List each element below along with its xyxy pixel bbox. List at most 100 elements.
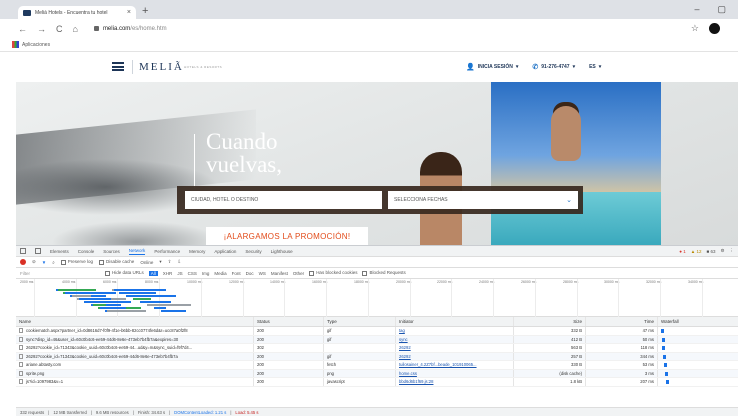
request-name[interactable]: 26292?cookie_id=71343&cookie_uuid=60c0b4… [16,352,254,360]
tab-performance[interactable]: Performance [154,249,180,254]
col-name[interactable]: Name [16,317,254,326]
throttle-select[interactable]: Online [140,260,153,265]
minimize-icon[interactable]: – [694,4,699,15]
reload-icon[interactable]: C [56,24,63,34]
filter-input[interactable]: Filter [20,271,100,276]
warning-count[interactable]: ▲ 12 [691,249,702,254]
request-name[interactable]: ariane.abtasty.com [16,361,254,369]
request-name[interactable]: sync?disp_id=46&user_id=60c0b4c6-ee59-44… [16,335,254,343]
filter-type-all[interactable]: All [148,270,158,276]
tab-console[interactable]: Console [78,249,95,254]
error-count[interactable]: ● 1 [679,249,685,254]
settings-gear-icon[interactable]: ⚙ [720,248,724,254]
filter-type-other[interactable]: Other [293,271,304,276]
filter-type-font[interactable]: Font [232,271,241,276]
request-initiator[interactable]: bbd6d6b1f69.js:28 [396,378,514,386]
brand-logo[interactable]: MELIÃ [139,61,184,73]
table-row[interactable]: cookiematch.aspx?partner_id=0d8616d7-f0f… [16,327,738,336]
tab-network[interactable]: Network [128,248,146,255]
login-button[interactable]: 👤 INICIA SESIÓN ▾ [466,63,518,71]
tab-close-icon[interactable]: × [127,9,131,16]
table-row[interactable]: 26292?cookie_id=71343&cookie_uuid=60c0b4… [16,344,738,353]
promo-button[interactable]: ¡ALARGAMOS LA PROMOCIÓN! [206,227,368,245]
col-time[interactable]: Time [586,317,658,326]
request-type: gif [324,327,396,335]
filter-type-ws[interactable]: WS [259,271,266,276]
filter-type-media[interactable]: Media [214,271,226,276]
table-row[interactable]: ariane.abtasty.com 200 fetch tuilosainer_4.… [16,361,738,370]
col-type[interactable]: Type [324,317,396,326]
disable-cache-checkbox[interactable]: Disable cache [99,259,134,265]
lock-icon[interactable] [93,26,99,31]
filter-type-css[interactable]: CSS [188,271,197,276]
browser-tab[interactable]: Meliá Hotels - Encuentra tu hotel × [18,6,136,19]
tab-application[interactable]: Application [214,249,236,254]
timeline-request-bar [93,304,106,306]
table-row[interactable]: sync?disp_id=46&user_id=60c0b4c6-ee59-44… [16,335,738,344]
filter-type-manifest[interactable]: Manifest [271,271,288,276]
tab-security[interactable]: Security [245,249,261,254]
tab-memory[interactable]: Memory [189,249,205,254]
bookmark-apps[interactable]: Aplicaciones [22,42,50,48]
tab-sources[interactable]: Sources [103,249,120,254]
inspect-icon[interactable] [20,248,26,254]
new-tab-button[interactable]: + [142,6,148,17]
timeline-request-bar [58,289,96,291]
dates-select[interactable]: SELECCIONA FECHAS ⌄ [388,191,578,209]
blocked-requests-checkbox[interactable]: Blocked Requests [362,270,406,276]
request-initiator[interactable]: home.css [396,369,514,377]
profile-avatar[interactable] [709,23,720,34]
clear-icon[interactable]: ⊘ [32,259,36,265]
request-name[interactable]: sprite.png [16,369,254,377]
table-row[interactable]: js?id=1097983&v=1 200 javascript bbd6d6b1f6… [16,378,738,387]
home-icon[interactable]: ⌂ [73,24,78,34]
tab-lighthouse[interactable]: Lighthouse [271,249,293,254]
col-waterfall[interactable]: Waterfall [658,317,738,326]
filter-type-js[interactable]: JS [177,271,182,276]
forward-icon[interactable]: → [37,24,46,34]
request-initiator[interactable]: tag [396,327,514,335]
request-name-text: 26292?cookie_id=71343&cookie_uuid=60c0b4… [26,353,178,359]
table-row[interactable]: sprite.png 200 png home.css (disk cache) 3 ms [16,369,738,378]
apps-grid-icon[interactable] [12,41,19,48]
more-options-icon[interactable]: ⋮ [730,248,735,254]
throttle-caret-icon[interactable]: ▾ [159,259,161,265]
maximize-icon[interactable]: ▢ [717,4,726,15]
address-bar[interactable]: melia.com/es/home.htm [88,22,681,36]
back-icon[interactable]: ← [18,24,27,34]
language-selector[interactable]: ES ▾ [589,64,601,70]
tab-elements[interactable]: Elements [50,249,69,254]
filter-type-xhr[interactable]: XHR [163,271,173,276]
col-size[interactable]: Size [514,317,586,326]
menu-hamburger-icon[interactable] [112,62,124,71]
phone-button[interactable]: ✆ 91-276-4747 ▾ [532,63,575,71]
table-row[interactable]: 26292?cookie_id=71343&cookie_uuid=60c0b4… [16,352,738,361]
request-name[interactable]: js?id=1097983&v=1 [16,378,254,386]
request-initiator[interactable]: 26292 [396,352,514,360]
col-status[interactable]: Status [254,317,324,326]
url-text[interactable]: melia.com/es/home.htm [103,26,167,32]
request-initiator[interactable]: tuilosainer_4.2Z7bf...beade_101910065... [396,361,514,369]
request-initiator[interactable]: 26292 [396,344,514,352]
request-name[interactable]: 26292?cookie_id=71343&cookie_uuid=60c0b4… [16,344,254,352]
destination-input[interactable]: CIUDAD, HOTEL O DESTINO [185,191,382,209]
request-initiator[interactable]: sync [396,335,514,343]
bookmark-star-icon[interactable]: ☆ [691,23,699,34]
blocked-requests-label: Blocked Requests [369,270,406,276]
device-toggle-icon[interactable] [35,248,41,254]
col-initiator[interactable]: Initiator [396,317,514,326]
preserve-log-checkbox[interactable]: Preserve log [60,259,93,265]
filter-funnel-icon[interactable]: ▼ [42,260,46,265]
record-icon[interactable] [20,259,26,265]
request-name[interactable]: cookiematch.aspx?partner_id=0d8616d7-f0f… [16,327,254,335]
network-overview-timeline[interactable]: 2000 ms 4000 ms 6000 ms 8000 ms 10000 ms 1200… [16,279,738,317]
filter-type-doc[interactable]: Doc [246,271,254,276]
hide-data-urls-checkbox[interactable]: Hide data URLs [105,270,144,276]
download-icon[interactable]: ⇩ [177,259,181,265]
status-load: Load: 5.45 s [235,409,259,415]
search-icon[interactable]: ⌕ [52,260,55,265]
filter-type-img[interactable]: Img [202,271,210,276]
upload-icon[interactable]: ⇧ [168,259,172,265]
info-count[interactable]: ■ 63 [706,249,715,254]
blocked-cookies-checkbox[interactable]: Has blocked cookies [309,270,357,276]
